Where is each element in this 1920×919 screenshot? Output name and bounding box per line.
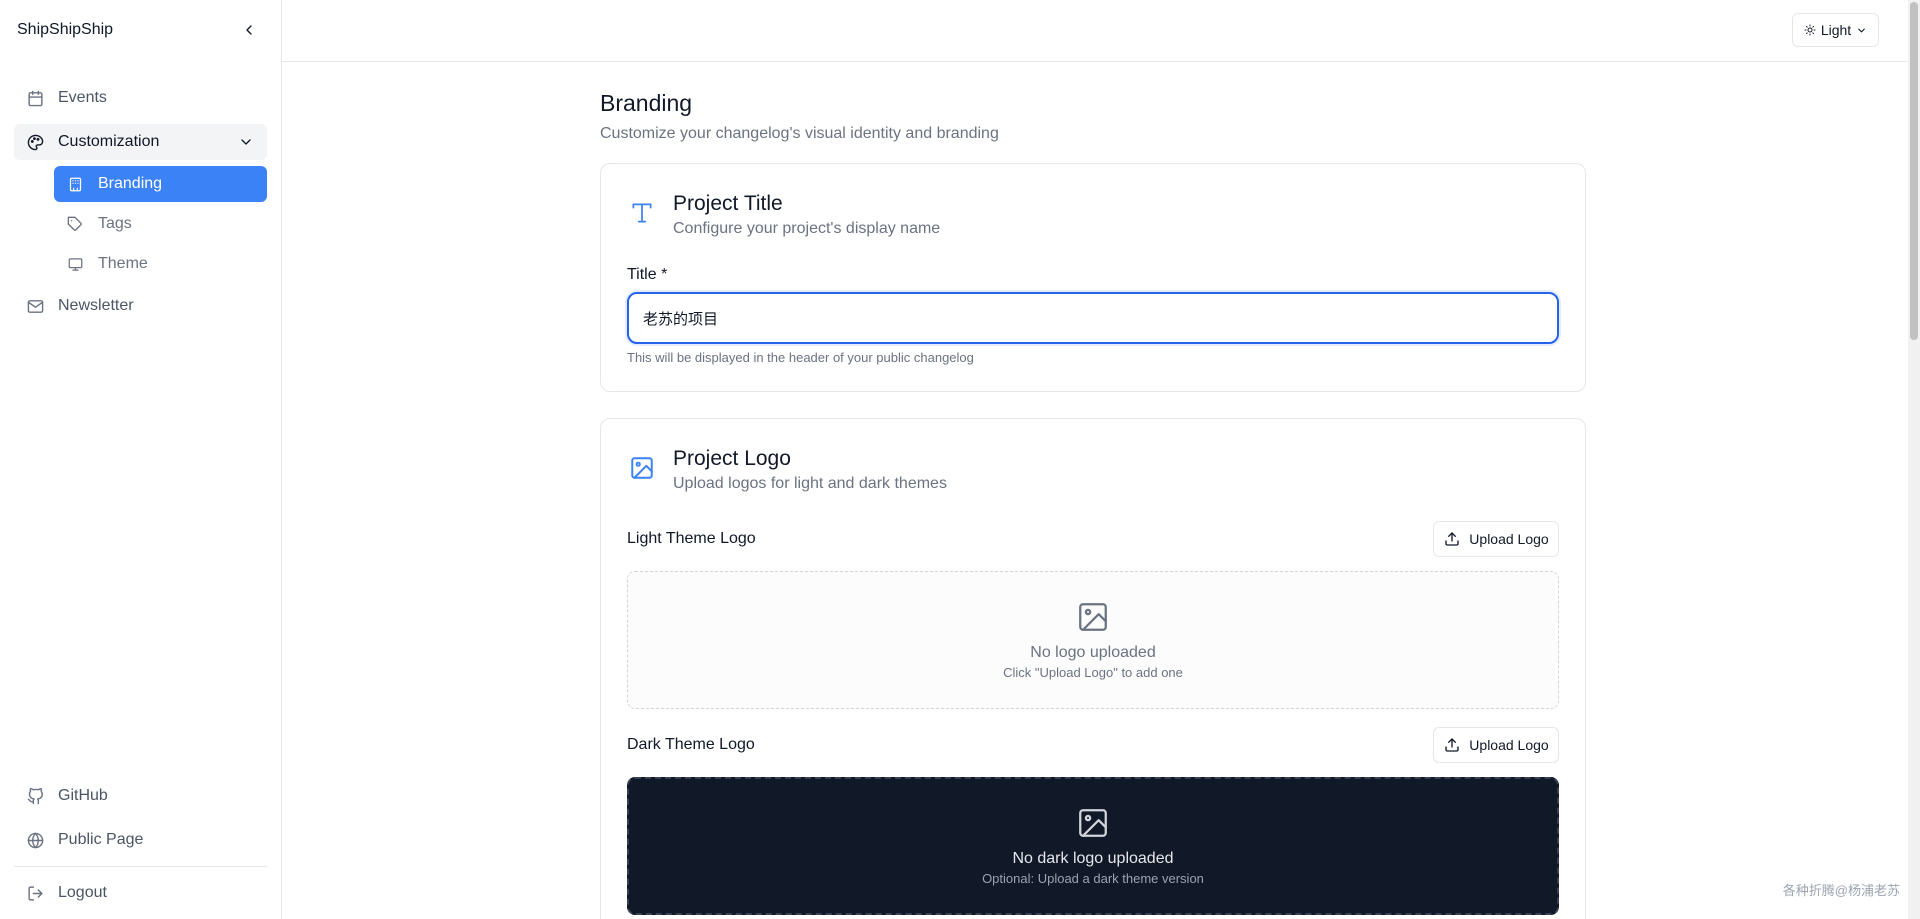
upload-icon: [1443, 530, 1461, 548]
image-placeholder-icon: [1076, 806, 1110, 840]
chevron-left-icon: [246, 25, 252, 35]
theme-toggle-label: Light: [1820, 22, 1852, 38]
light-logo-row: Light Theme Logo Upload Logo: [627, 521, 1559, 557]
theme-toggle-button[interactable]: Light: [1792, 13, 1879, 47]
sidebar-item-label: Tags: [98, 215, 132, 232]
sidebar-item-label: GitHub: [58, 787, 108, 804]
sidebar-item-theme[interactable]: Theme: [54, 246, 267, 282]
card-title: Project Title: [673, 192, 783, 215]
sun-icon: [1804, 24, 1817, 37]
sidebar-item-label: Theme: [98, 255, 148, 272]
upload-button-label: Upload Logo: [1469, 531, 1549, 547]
sidebar-item-label: Customization: [58, 133, 160, 150]
card-header: Project Logo Upload logos for light and …: [627, 447, 1559, 493]
sidebar-item-tags[interactable]: Tags: [54, 206, 267, 242]
title-help-text: This will be displayed in the header of …: [627, 350, 974, 365]
light-logo-dropzone[interactable]: No logo uploaded Click "Upload Logo" to …: [627, 571, 1559, 709]
chevron-down-icon: [1855, 24, 1867, 36]
page-subtitle: Customize your changelog's visual identi…: [600, 125, 999, 142]
sidebar-divider: [14, 866, 267, 867]
dark-dropzone-subtitle: Optional: Upload a dark theme version: [982, 871, 1204, 886]
sidebar-item-label: Logout: [58, 884, 107, 901]
watermark-text: 各种折腾@杨浦老苏: [1782, 883, 1900, 898]
card-subtitle: Upload logos for light and dark themes: [673, 475, 947, 492]
card-header: Project Title Configure your project's d…: [627, 192, 1559, 238]
tag-icon: [66, 215, 84, 233]
main-content: Branding Customize your changelog's visu…: [600, 62, 1586, 919]
dark-logo-label: Dark Theme Logo: [627, 736, 755, 753]
light-logo-label: Light Theme Logo: [627, 530, 756, 547]
card-subtitle: Configure your project's display name: [673, 220, 941, 237]
mail-icon: [26, 297, 44, 315]
palette-icon: [26, 133, 44, 151]
sidebar-item-label: Newsletter: [58, 297, 134, 314]
building-icon: [66, 175, 84, 193]
customization-subnav: Branding Tags Theme: [54, 166, 267, 282]
dark-dropzone-title: No dark logo uploaded: [1012, 850, 1174, 867]
light-dropzone-title: No logo uploaded: [1030, 644, 1156, 661]
globe-icon: [26, 831, 44, 849]
sidebar-bottom: GitHub Public Page Logout: [14, 778, 267, 919]
upload-dark-logo-button[interactable]: Upload Logo: [1433, 727, 1559, 763]
sidebar-item-public-page[interactable]: Public Page: [14, 822, 267, 858]
title-input[interactable]: [627, 292, 1559, 344]
page-title: Branding: [600, 90, 693, 116]
sidebar-item-label: Events: [58, 89, 107, 106]
sidebar-item-github[interactable]: GitHub: [14, 778, 267, 814]
sidebar-item-customization[interactable]: Customization: [14, 124, 267, 160]
image-placeholder-icon: [1076, 600, 1110, 634]
logout-icon: [26, 884, 44, 902]
sidebar-nav: Events Customization Branding Tags Theme…: [0, 80, 281, 324]
github-icon: [26, 787, 44, 805]
dark-logo-dropzone[interactable]: No dark logo uploaded Optional: Upload a…: [627, 777, 1559, 915]
sidebar-item-branding[interactable]: Branding: [54, 166, 267, 202]
sidebar-item-label: Branding: [98, 175, 163, 192]
collapse-sidebar-button[interactable]: [237, 18, 261, 42]
light-dropzone-subtitle: Click "Upload Logo" to add one: [1003, 665, 1183, 680]
type-icon: [627, 198, 657, 228]
calendar-icon: [26, 89, 44, 107]
monitor-icon: [66, 255, 84, 273]
sidebar-item-label: Public Page: [58, 831, 144, 848]
upload-light-logo-button[interactable]: Upload Logo: [1433, 521, 1559, 557]
sidebar-item-logout[interactable]: Logout: [14, 875, 267, 911]
sidebar-item-events[interactable]: Events: [14, 80, 267, 116]
top-bar: Light: [282, 0, 1920, 62]
sidebar-item-newsletter[interactable]: Newsletter: [14, 288, 267, 324]
upload-icon: [1443, 736, 1461, 754]
scrollbar-thumb[interactable]: [1910, 2, 1918, 340]
card-title: Project Logo: [673, 447, 791, 470]
sidebar: ShipShipShip Events Customization Brandi…: [0, 0, 282, 919]
dark-logo-row: Dark Theme Logo Upload Logo: [627, 727, 1559, 763]
title-field-label: Title *: [627, 266, 668, 283]
sidebar-header: ShipShipShip: [0, 0, 281, 60]
project-logo-card: Project Logo Upload logos for light and …: [600, 418, 1586, 919]
project-title-card: Project Title Configure your project's d…: [600, 163, 1586, 392]
chevron-down-icon: [237, 133, 255, 151]
app-title: ShipShipShip: [17, 21, 114, 38]
page-scrollbar[interactable]: [1908, 0, 1920, 919]
image-icon: [627, 453, 657, 483]
upload-button-label: Upload Logo: [1469, 737, 1549, 753]
